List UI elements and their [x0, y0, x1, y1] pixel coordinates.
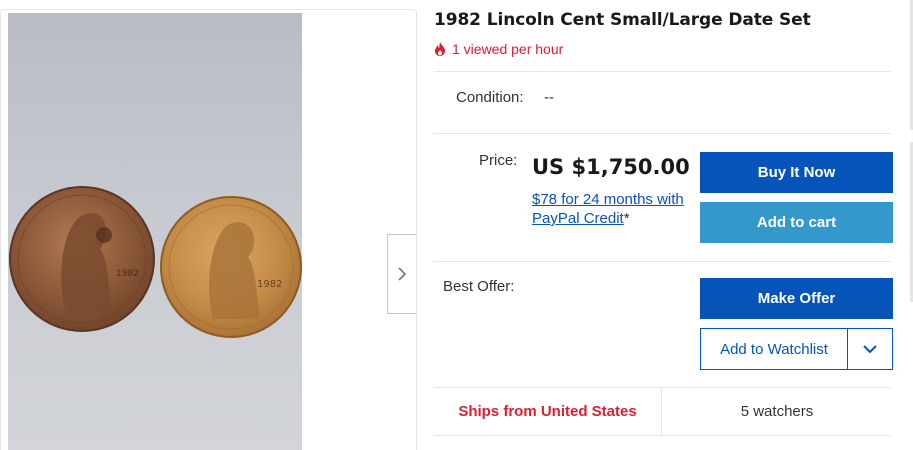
- listing-photo[interactable]: 1982 1982: [8, 13, 302, 450]
- chevron-right-icon: [398, 267, 407, 281]
- flame-icon: [435, 42, 445, 56]
- viewed-indicator: 1 viewed per hour: [434, 41, 563, 57]
- next-image-button[interactable]: [387, 234, 416, 314]
- divider: [434, 71, 891, 72]
- buy-it-now-button[interactable]: Buy It Now: [700, 152, 893, 193]
- right-coin-date: 1982: [257, 279, 282, 290]
- divider: [434, 435, 891, 436]
- ships-from-text: Ships from United States: [434, 387, 662, 435]
- shipping-row: Ships from United States 5 watchers: [434, 387, 891, 435]
- make-offer-button[interactable]: Make Offer: [700, 278, 893, 319]
- image-gallery: 1982 1982: [0, 9, 417, 450]
- listing-title: 1982 Lincoln Cent Small/Large Date Set: [434, 10, 811, 30]
- price-value: US $1,750.00: [532, 155, 690, 179]
- paypal-credit-asterisk: *: [623, 210, 630, 227]
- divider: [434, 261, 891, 262]
- watchlist-dropdown-button[interactable]: [848, 329, 892, 369]
- watchers-count: 5 watchers: [740, 402, 814, 420]
- left-coin-date: 1982: [116, 269, 139, 279]
- viewed-text: 1 viewed per hour: [452, 41, 564, 57]
- coin-photo-image: 1982 1982: [9, 186, 302, 338]
- cut-off-content: [436, 444, 736, 450]
- chevron-down-icon: [863, 344, 877, 353]
- watchlist-control: Add to Watchlist: [700, 328, 893, 370]
- paypal-credit-link[interactable]: $78 for 24 months with PayPal Credit: [532, 191, 684, 227]
- add-to-watchlist-button[interactable]: Add to Watchlist: [701, 329, 848, 369]
- best-offer-label: Best Offer:: [443, 278, 515, 295]
- paypal-credit-offer: $78 for 24 months with PayPal Credit*: [532, 190, 702, 228]
- condition-value: --: [544, 89, 554, 106]
- condition-label: Condition:: [456, 89, 524, 106]
- divider: [434, 133, 891, 134]
- price-label: Price:: [479, 152, 518, 169]
- add-to-cart-button[interactable]: Add to cart: [700, 202, 893, 243]
